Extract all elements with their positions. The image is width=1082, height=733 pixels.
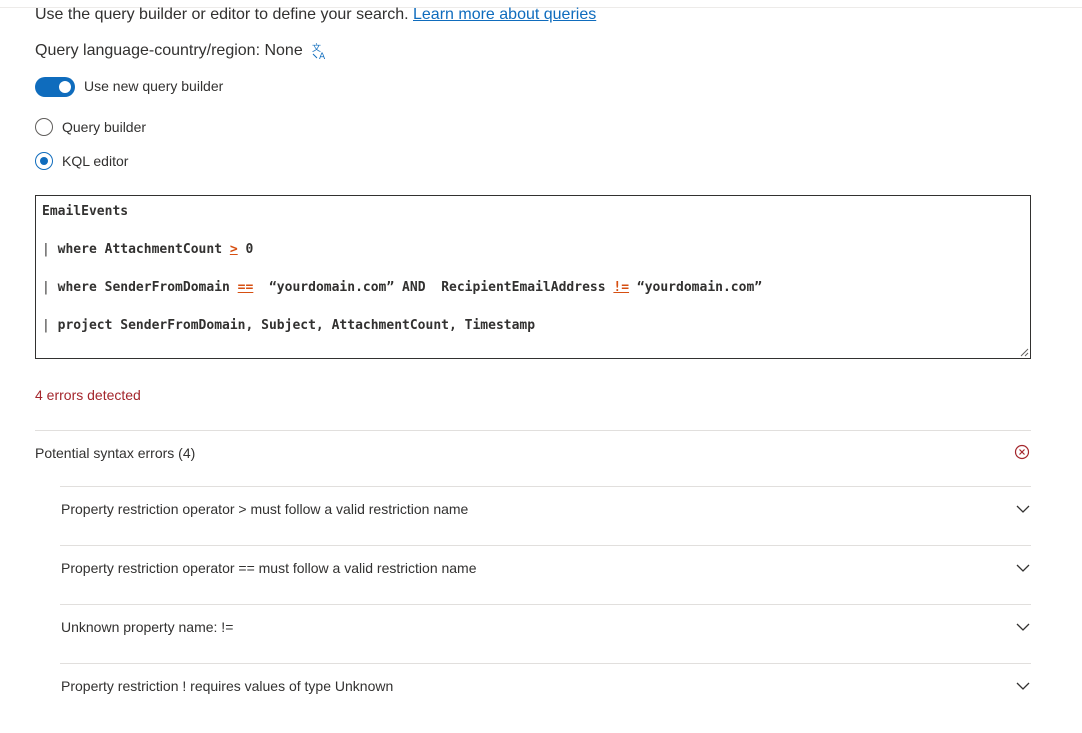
code-line-2-a: where AttachmentCount [57,242,223,257]
intro-description: Use the query builder or editor to defin… [35,6,409,23]
error-circle-icon [1014,444,1030,460]
learn-more-link[interactable]: Learn more about queries [413,6,596,23]
syntax-error-item[interactable]: Property restriction operator > must fol… [60,486,1031,545]
chevron-down-icon[interactable] [1015,619,1031,635]
syntax-error-text: Property restriction operator > must fol… [61,501,469,517]
code-line-3-d: “yourdomain.com” [636,280,763,295]
divider [60,604,1031,605]
code-line-2: | where AttachmentCount > 0 [42,242,253,257]
new-query-builder-toggle[interactable] [35,77,75,97]
code-line-1-text: EmailEvents [42,204,129,219]
operator-error-2: == [237,280,254,295]
syntax-errors-title[interactable]: Potential syntax errors (4) [35,445,195,461]
syntax-error-item[interactable]: Property restriction operator == must fo… [60,545,1031,604]
intro-text: Use the query builder or editor to defin… [35,6,596,24]
syntax-error-text: Unknown property name: != [61,619,234,635]
query-builder-label[interactable]: Query builder [62,119,146,135]
chevron-down-icon[interactable] [1015,560,1031,576]
syntax-error-item[interactable]: Unknown property name: != [60,604,1031,663]
operator-error-1: > [229,242,238,257]
svg-text:A: A [319,52,326,60]
divider [35,430,1031,431]
kql-editor-label[interactable]: KQL editor [62,153,128,169]
code-line-3-c: RecipientEmailAddress [441,280,606,295]
pipe-char: | [42,280,50,295]
divider [60,663,1031,664]
code-line-3-b: “yourdomain.com” AND [268,280,426,295]
errors-detected-label: 4 errors detected [35,387,141,403]
syntax-error-item[interactable]: Property restriction ! requires values o… [60,663,1031,722]
chevron-down-icon[interactable] [1015,678,1031,694]
toggle-label: Use new query builder [84,78,224,94]
syntax-error-text: Property restriction ! requires values o… [61,678,394,694]
code-line-3-a: where SenderFromDomain [57,280,230,295]
operator-error-3: != [613,280,630,295]
kql-editor-radio[interactable] [35,152,53,170]
translate-icon[interactable]: 文 A [311,42,329,60]
code-line-1: EmailEvents [42,204,128,219]
chevron-down-icon[interactable] [1015,501,1031,517]
code-line-4-text: project SenderFromDomain, Subject, Attac… [57,318,536,333]
code-line-2-b: 0 [245,242,254,257]
pipe-char: | [42,318,50,333]
query-language-label: Query language-country/region: None [35,42,303,59]
code-line-3: | where SenderFromDomain == “yourdomain.… [42,280,762,295]
resize-handle-icon[interactable] [1020,348,1029,357]
code-line-4: | project SenderFromDomain, Subject, Att… [42,318,535,333]
query-builder-radio[interactable] [35,118,53,136]
query-language-row: Query language-country/region: None 文 A [35,42,329,60]
divider [60,486,1031,487]
syntax-error-text: Property restriction operator == must fo… [61,560,477,576]
pipe-char: | [42,242,50,257]
divider [60,545,1031,546]
kql-editor-textarea[interactable]: EmailEvents | where AttachmentCount > 0 … [35,195,1031,359]
